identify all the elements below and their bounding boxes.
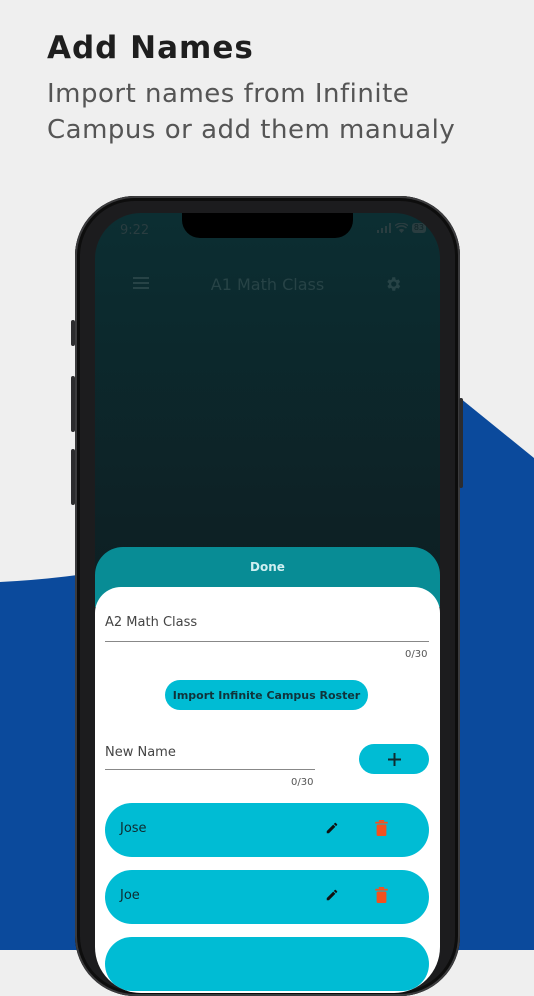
done-button[interactable]: Done: [95, 547, 440, 574]
bottom-sheet: A2 Math Class 0/30 Import Infinite Campu…: [95, 587, 440, 993]
promo-headline: Add Names: [47, 30, 254, 66]
gear-icon[interactable]: [384, 275, 402, 293]
new-name-placeholder: New Name: [105, 745, 176, 760]
plus-icon: [387, 752, 401, 766]
trash-icon[interactable]: [375, 887, 388, 903]
name-list-item[interactable]: Jose: [105, 803, 429, 857]
import-roster-button[interactable]: Import Infinite Campus Roster: [165, 680, 368, 710]
phone-notch: [182, 213, 353, 238]
phone-volume-up: [71, 376, 75, 432]
phone-silent-switch: [71, 320, 75, 346]
new-name-counter: 0/30: [291, 777, 314, 788]
new-name-field[interactable]: New Name: [105, 741, 315, 770]
class-name-field[interactable]: A2 Math Class: [105, 611, 429, 642]
pencil-icon[interactable]: [325, 821, 339, 835]
student-name: Joe: [120, 888, 140, 903]
phone-power-button: [459, 398, 463, 488]
phone-screen: 9:22 83 A1 Math Class Done A2 Math Class…: [95, 213, 440, 993]
status-time: 9:22: [120, 223, 150, 238]
battery-indicator: 83: [411, 223, 426, 233]
name-list-item[interactable]: Joe: [105, 870, 429, 924]
student-name: Jose: [120, 821, 147, 836]
pencil-icon[interactable]: [325, 888, 339, 902]
phone-volume-down: [71, 449, 75, 505]
name-list-item[interactable]: [105, 937, 429, 991]
add-name-button[interactable]: [359, 744, 429, 774]
class-name-value: A2 Math Class: [105, 615, 198, 630]
class-name-counter: 0/30: [405, 649, 428, 660]
status-icons: 83: [376, 223, 426, 233]
signal-icon: [376, 223, 391, 233]
trash-icon[interactable]: [375, 820, 388, 836]
promo-subhead: Import names from Infinite Campus or add…: [47, 79, 456, 145]
wifi-icon: [394, 223, 408, 233]
